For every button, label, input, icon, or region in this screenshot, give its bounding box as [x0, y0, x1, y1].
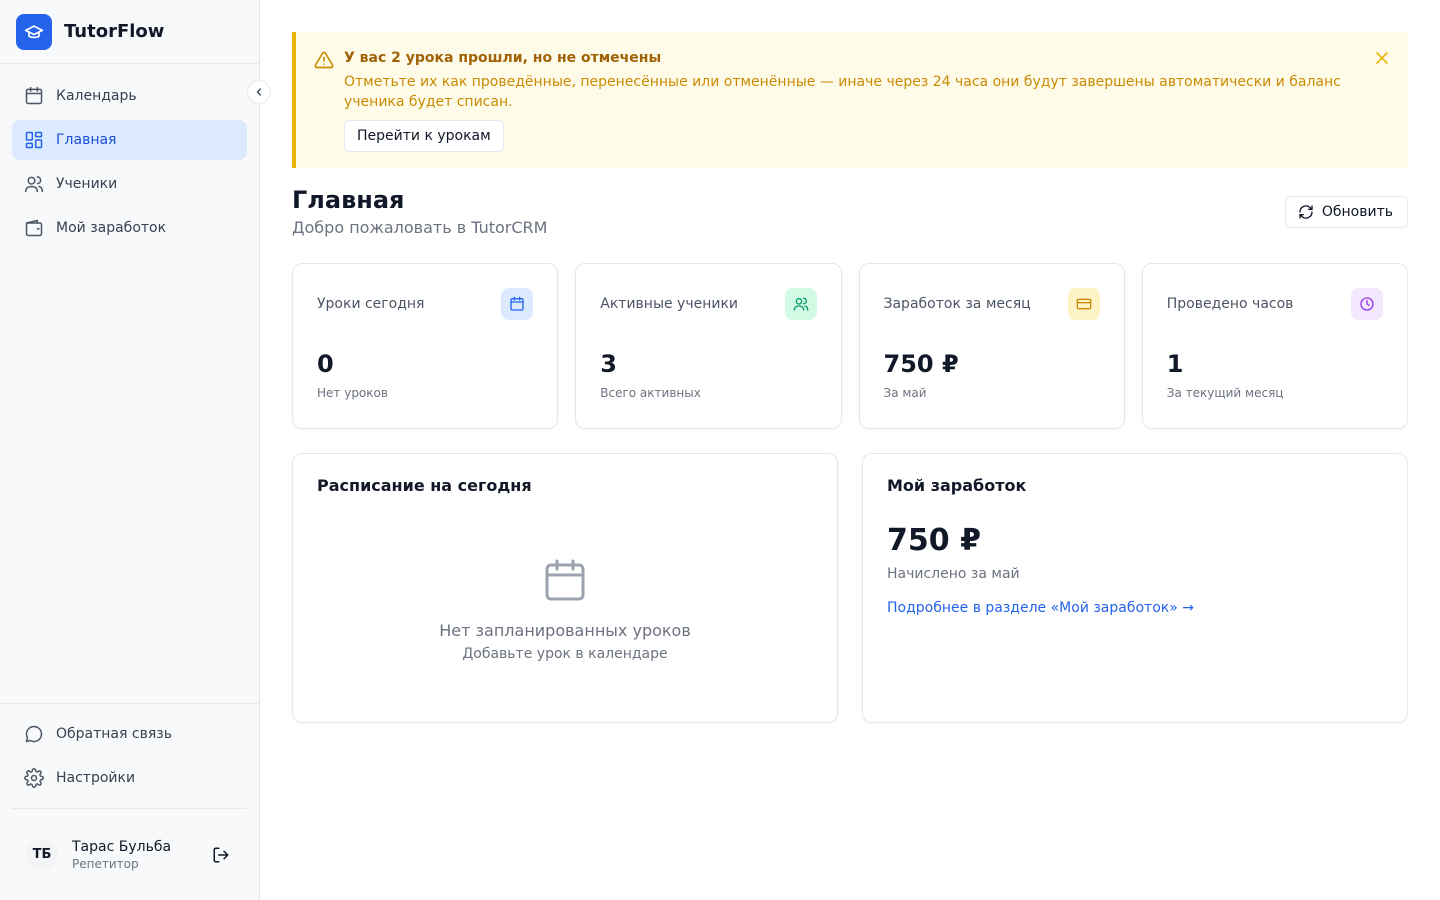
sidebar-item-label: Мой заработок [56, 220, 167, 236]
graduation-cap-icon [16, 13, 52, 50]
sidebar-item-feedback[interactable]: Обратная связь [12, 714, 247, 754]
brand[interactable]: TutorFlow [0, 0, 259, 64]
panel-title: Расписание на сегодня [317, 476, 532, 495]
page-title: Главная [292, 186, 405, 214]
stat-hint: Всего активных [600, 386, 701, 400]
wallet-icon [24, 218, 44, 238]
stat-card-monthly-earnings: Заработок за месяц 750 ₽ За май [858, 263, 1125, 429]
user-name: Тарас Бульба [72, 838, 172, 855]
warning-icon [314, 50, 334, 74]
stat-hint: Нет уроков [317, 386, 388, 400]
users-icon [784, 288, 817, 320]
sidebar-nav: Календарь Главная Ученики Мой заработок [0, 64, 259, 252]
schedule-panel: Расписание на сегодня Нет запланированны… [292, 453, 838, 723]
logout-button[interactable] [209, 843, 233, 867]
sidebar-item-label: Обратная связь [56, 726, 172, 742]
sidebar-item-earnings[interactable]: Мой заработок [12, 208, 247, 248]
panel-title: Мой заработок [887, 476, 1027, 495]
sidebar-item-students[interactable]: Ученики [12, 164, 247, 204]
stats-row: Уроки сегодня 0 Нет уроков Активные учен… [292, 263, 1408, 429]
credit-card-icon [1067, 288, 1100, 320]
alert-title: У вас 2 урока прошли, но не отмечены [344, 50, 662, 66]
earnings-subtitle: Начислено за май [887, 566, 1020, 582]
panels-row: Расписание на сегодня Нет запланированны… [292, 453, 1408, 723]
calendar-empty-icon [541, 559, 589, 609]
alert-text: Отметьте их как проведённые, перенесённы… [344, 74, 1341, 110]
stat-value: 1 [1166, 350, 1184, 378]
earnings-value: 750 ₽ [887, 523, 981, 558]
refresh-label: Обновить [1321, 204, 1393, 220]
sidebar-item-settings[interactable]: Настройки [12, 758, 247, 798]
brand-name: TutorFlow [64, 21, 165, 42]
empty-state: Нет запланированных уроков Добавьте урок… [317, 557, 813, 662]
sidebar-bottom-nav: Обратная связь Настройки [0, 703, 259, 808]
stat-card-lessons-today: Уроки сегодня 0 Нет уроков [292, 263, 559, 429]
gear-icon [24, 768, 44, 788]
user-role: Репетитор [72, 856, 139, 871]
page-header: Главная Добро пожаловать в TutorCRM Обно… [292, 186, 1408, 237]
message-circle-icon [24, 724, 44, 744]
stat-card-hours: Проведено часов 1 За текущий месяц [1141, 263, 1408, 429]
sidebar-item-label: Настройки [56, 770, 136, 786]
earnings-details-link[interactable]: Подробнее в разделе «Мой заработок» → [887, 600, 1194, 616]
close-alert-button[interactable] [1372, 48, 1392, 72]
stat-value: 0 [317, 350, 334, 378]
logout-icon [213, 847, 229, 862]
page-subtitle: Добро пожаловать в TutorCRM [292, 218, 548, 237]
avatar: ТБ [26, 838, 58, 871]
dashboard-icon [24, 130, 44, 150]
sidebar-item-label: Ученики [56, 176, 118, 192]
calendar-icon [24, 86, 44, 106]
stat-hint: За текущий месяц [1166, 386, 1284, 400]
sidebar-item-label: Календарь [56, 88, 137, 104]
calendar-icon [501, 288, 534, 320]
stat-hint: За май [883, 386, 927, 400]
sidebar: TutorFlow Календарь Главная Ученики Мой … [0, 0, 271, 900]
app-root: TutorFlow Календарь Главная Ученики Мой … [0, 0, 1440, 900]
chevron-left-icon [256, 88, 262, 96]
empty-title: Нет запланированных уроков [439, 621, 691, 640]
stat-value: 750 ₽ [883, 350, 959, 378]
earnings-panel: Мой заработок 750 ₽ Начислено за май Под… [862, 453, 1408, 723]
collapse-sidebar-button[interactable] [247, 80, 271, 104]
stat-value: 3 [600, 350, 617, 378]
refresh-button[interactable]: Обновить [1284, 196, 1408, 228]
empty-subtitle: Добавьте урок в календаре [462, 646, 668, 662]
user-info: Тарас Бульба Репетитор [72, 839, 209, 871]
unmarked-lessons-alert: У вас 2 урока прошли, но не отмечены Отм… [292, 32, 1408, 168]
refresh-icon [1299, 205, 1313, 219]
user-block: ТБ Тарас Бульба Репетитор [12, 808, 247, 900]
go-to-lessons-button[interactable]: Перейти к урокам [344, 120, 504, 152]
users-icon [24, 174, 44, 194]
sidebar-item-label: Главная [56, 132, 117, 148]
close-icon [1376, 52, 1388, 64]
sidebar-item-calendar[interactable]: Календарь [12, 76, 247, 116]
stat-card-active-students: Активные ученики 3 Всего активных [575, 263, 842, 429]
sidebar-item-home[interactable]: Главная [12, 120, 247, 160]
main-content: У вас 2 урока прошли, но не отмечены Отм… [260, 0, 1440, 900]
clock-icon [1351, 288, 1383, 320]
sidebar-bottom: Обратная связь Настройки ТБ Тарас Бульба… [0, 703, 259, 900]
